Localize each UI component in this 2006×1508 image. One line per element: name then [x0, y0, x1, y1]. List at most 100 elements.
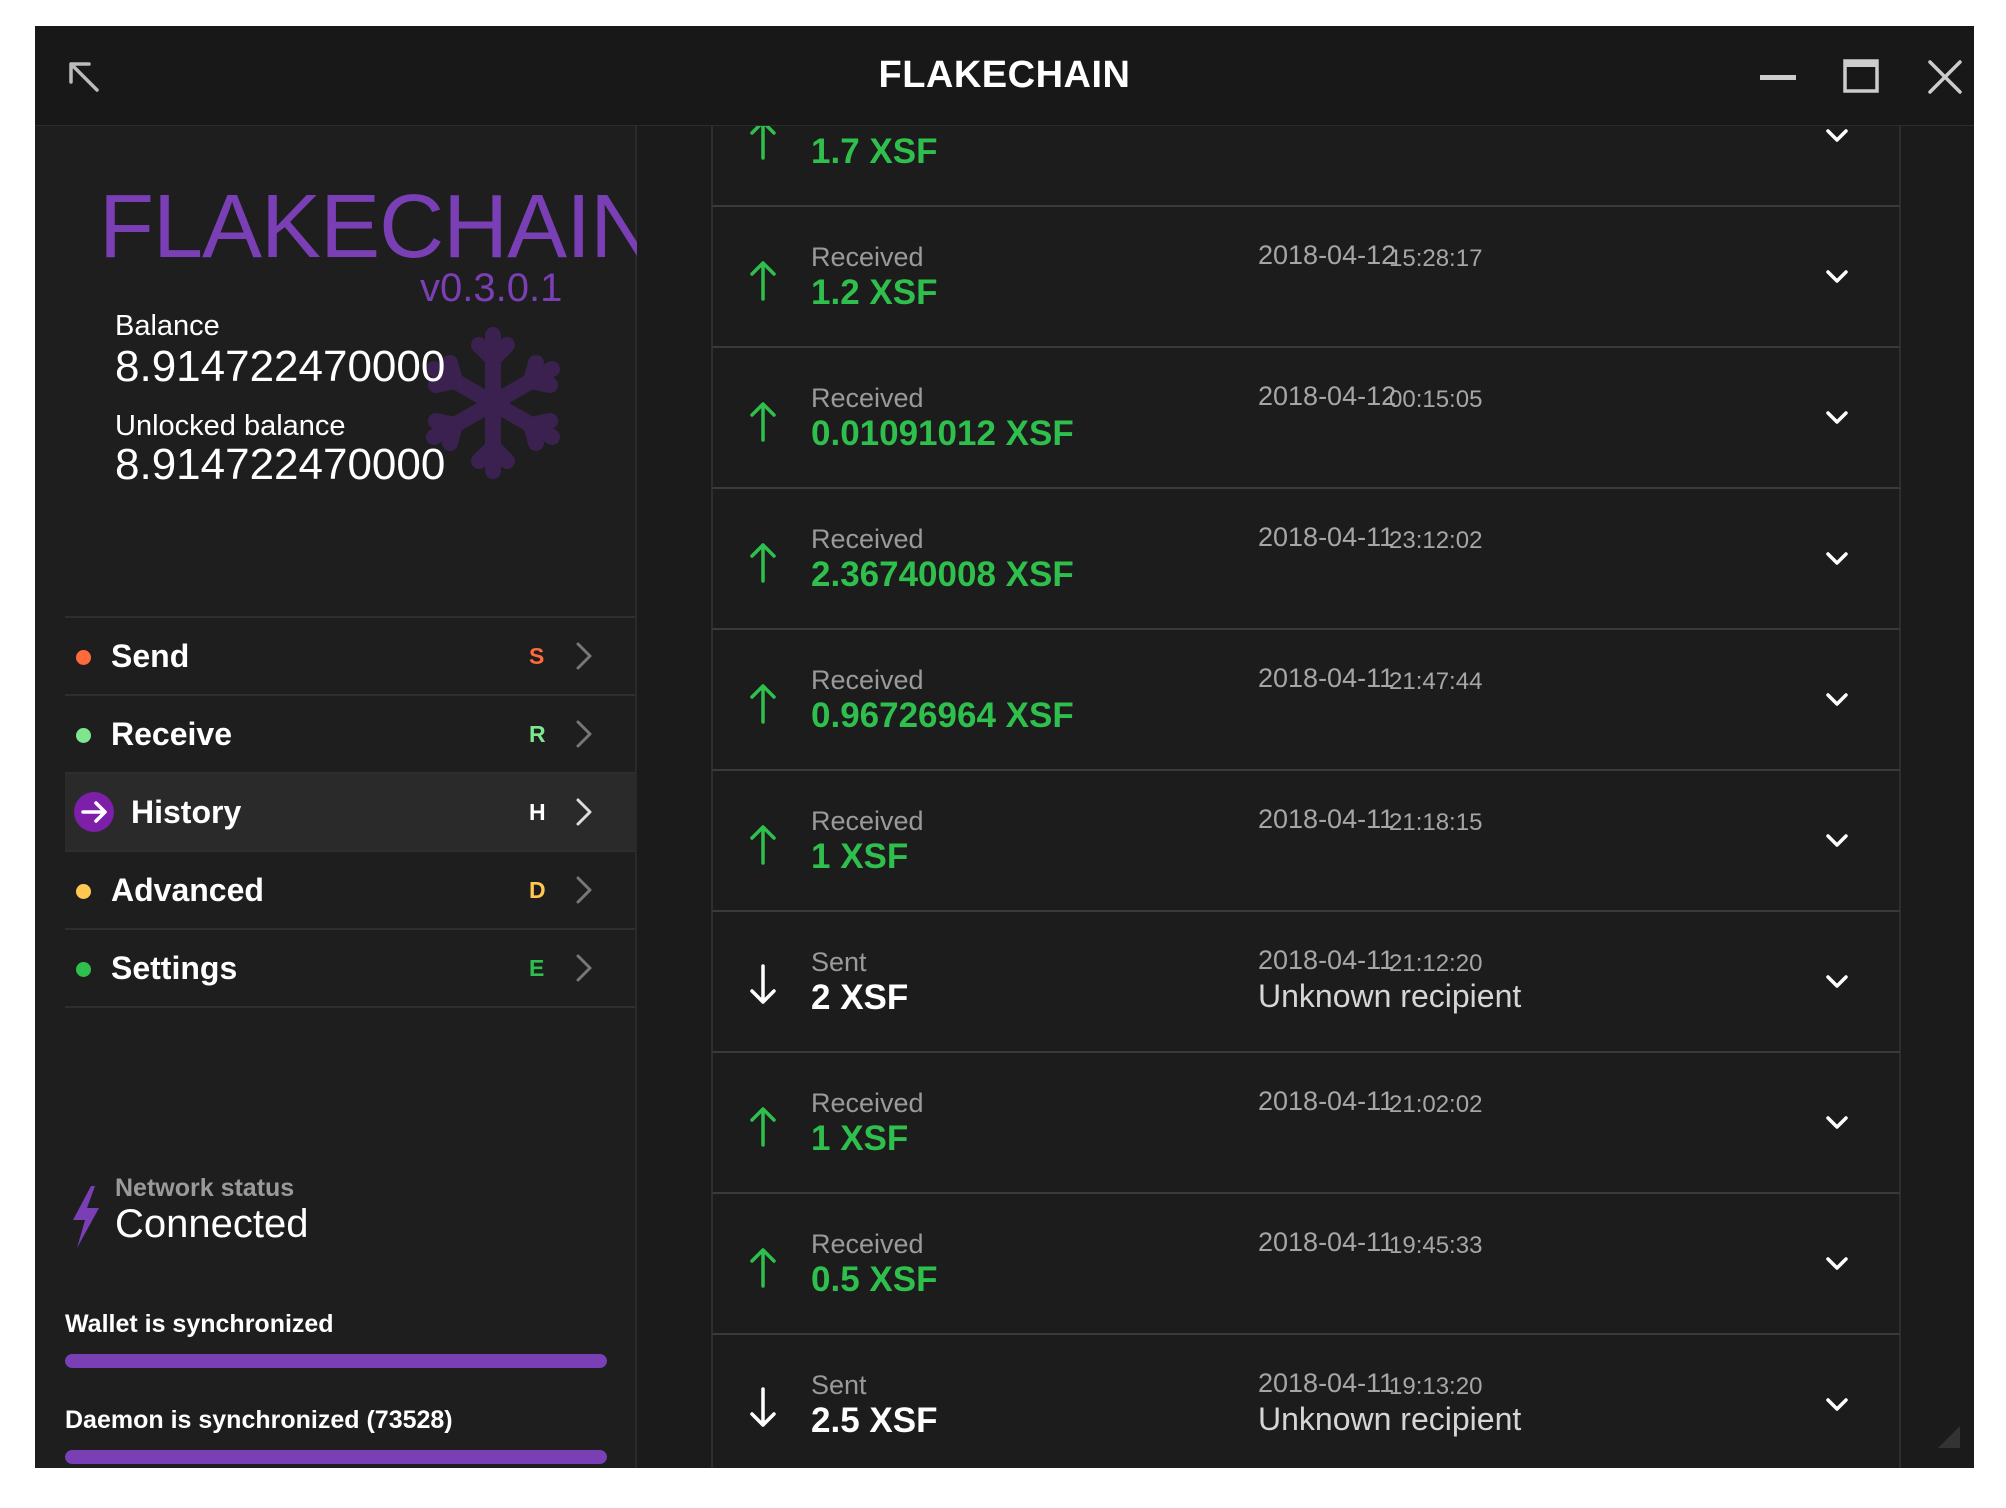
transaction-type: Sent [811, 1370, 867, 1400]
sidebar-item-label: History [131, 794, 242, 830]
left-panel: FLAKECHAIN v0.3.0.1 Balance 8.9147224700… [35, 126, 655, 1468]
transaction-amount: 2.5 XSF [811, 1401, 938, 1440]
status-dot-icon [76, 650, 91, 665]
transaction-row[interactable]: Sent 2.5 XSF 2018-04-11 19:13:20 Unknown… [711, 1335, 1901, 1468]
transaction-row[interactable]: Received 1.2 XSF 2018-04-12 15:28:17 [711, 207, 1901, 348]
chevron-right-icon [576, 798, 592, 826]
arrow-up-icon [750, 825, 776, 865]
chevron-down-icon[interactable] [1823, 972, 1851, 992]
transaction-time: 23:12:02 [1389, 527, 1483, 554]
chevron-down-icon[interactable] [1823, 267, 1851, 287]
transaction-type: Sent [811, 947, 867, 977]
transaction-time: 21:18:15 [1389, 809, 1483, 836]
version-label: v0.3.0.1 [420, 266, 563, 310]
shortcut-key: R [529, 721, 546, 747]
transaction-date: 2018-04-11 [1258, 663, 1395, 693]
close-icon[interactable] [1918, 50, 1972, 104]
network-status-label: Network status [115, 1174, 295, 1202]
balance-label: Balance [115, 310, 220, 342]
chevron-down-icon[interactable] [1823, 1254, 1851, 1274]
chevron-right-icon [576, 876, 592, 904]
transaction-amount: 1.2 XSF [811, 273, 938, 312]
transaction-type: Received [811, 524, 924, 554]
transaction-date: 2018-04-11 [1258, 1086, 1395, 1116]
arrow-up-icon [750, 402, 776, 442]
sidebar-item-label: Receive [111, 716, 232, 752]
sidebar-menu: Send S Receive R History H Advanced D Se… [65, 616, 635, 1008]
sidebar-item-label: Send [111, 638, 190, 674]
unlocked-balance-label: Unlocked balance [115, 410, 346, 442]
daemon-sync-label: Daemon is synchronized (73528) [65, 1406, 453, 1434]
shortcut-key: E [529, 955, 545, 981]
transaction-type: Received [811, 806, 924, 836]
chevron-down-icon[interactable] [1823, 549, 1851, 569]
chevron-right-icon [576, 954, 592, 982]
transaction-recipient: Unknown recipient [1258, 1401, 1522, 1437]
transaction-amount: 0.5 XSF [811, 1260, 938, 1299]
app-logo: FLAKECHAIN [99, 177, 655, 277]
transaction-date: 2018-04-11 [1258, 1368, 1395, 1398]
transaction-amount: 1 XSF [811, 1119, 909, 1158]
arrow-up-icon [750, 1107, 776, 1147]
transaction-row[interactable]: Received 0.96726964 XSF 2018-04-11 21:47… [711, 630, 1901, 771]
shortcut-key: S [529, 643, 545, 669]
chevron-right-icon [576, 720, 592, 748]
arrow-up-icon [750, 543, 776, 583]
chevron-down-icon[interactable] [1823, 126, 1851, 146]
transaction-recipient: Unknown recipient [1258, 978, 1522, 1014]
chevron-down-icon[interactable] [1823, 831, 1851, 851]
balance-value: 8.914722470000 [115, 342, 446, 391]
transaction-time: 21:47:44 [1389, 668, 1483, 695]
chevron-down-icon[interactable] [1823, 408, 1851, 428]
arrow-down-icon [750, 964, 776, 1004]
chevron-down-icon[interactable] [1823, 1395, 1851, 1415]
transaction-type: Received [811, 383, 924, 413]
arrow-up-icon [750, 126, 776, 160]
resize-grip-icon[interactable] [1938, 1426, 1960, 1448]
maximize-icon[interactable] [1834, 50, 1888, 104]
transaction-row[interactable]: Received 0.5 XSF 2018-04-11 19:45:33 [711, 1194, 1901, 1335]
transaction-row[interactable]: Received 2.36740008 XSF 2018-04-11 23:12… [711, 489, 1901, 630]
chevron-down-icon[interactable] [1823, 690, 1851, 710]
history-panel: 1.7 XSF Received 1.2 XSF 2018-04-12 15:2… [637, 126, 1974, 1468]
transaction-date: 2018-04-12 [1258, 381, 1397, 411]
status-dot-icon [76, 728, 91, 743]
wallet-sync-label: Wallet is synchronized [65, 1310, 334, 1338]
chevron-right-icon [576, 642, 592, 670]
sidebar-item-send[interactable]: Send S [65, 618, 635, 696]
minimize-icon[interactable] [1751, 50, 1805, 104]
transaction-row[interactable]: 1.7 XSF [711, 126, 1901, 207]
network-status-value: Connected [115, 1202, 309, 1246]
sidebar-item-history[interactable]: History H [65, 774, 635, 852]
wallet-window: FLAKECHAIN FLAKECHAIN v0.3.0.1 Balance 8… [35, 26, 1974, 1468]
chevron-down-icon[interactable] [1823, 1113, 1851, 1133]
transaction-list: 1.7 XSF Received 1.2 XSF 2018-04-12 15:2… [711, 126, 1901, 1468]
daemon-sync-progress-fill [65, 1450, 607, 1464]
sidebar-item-label: Settings [111, 950, 238, 986]
transaction-amount: 2.36740008 XSF [811, 555, 1074, 594]
title-bar: FLAKECHAIN [35, 26, 1974, 126]
shortcut-key: H [529, 799, 546, 825]
transaction-row[interactable]: Sent 2 XSF 2018-04-11 21:12:20 Unknown r… [711, 912, 1901, 1053]
sidebar-item-settings[interactable]: Settings E [65, 930, 635, 1008]
sidebar-item-advanced[interactable]: Advanced D [65, 852, 635, 930]
transaction-row[interactable]: Received 0.01091012 XSF 2018-04-12 00:15… [711, 348, 1901, 489]
transaction-row[interactable]: Received 1 XSF 2018-04-11 21:02:02 [711, 1053, 1901, 1194]
sidebar-item-receive[interactable]: Receive R [65, 696, 635, 774]
arrow-down-icon [750, 1387, 776, 1427]
transaction-type: Received [811, 665, 924, 695]
wallet-sync-progress-bar [65, 1354, 607, 1368]
status-dot-icon [76, 962, 91, 977]
transaction-time: 19:13:20 [1389, 1373, 1483, 1400]
unlocked-balance-value: 8.914722470000 [115, 440, 446, 489]
transaction-amount: 2 XSF [811, 978, 909, 1017]
arrow-up-icon [750, 261, 776, 301]
arrow-right-icon [74, 792, 114, 832]
transaction-time: 15:28:17 [1389, 245, 1483, 272]
transaction-amount: 0.96726964 XSF [811, 696, 1074, 735]
sidebar-item-label: Advanced [111, 872, 264, 908]
transaction-time: 19:45:33 [1389, 1232, 1483, 1259]
transaction-date: 2018-04-11 [1258, 945, 1395, 975]
arrow-up-icon [750, 1248, 776, 1288]
transaction-row[interactable]: Received 1 XSF 2018-04-11 21:18:15 [711, 771, 1901, 912]
